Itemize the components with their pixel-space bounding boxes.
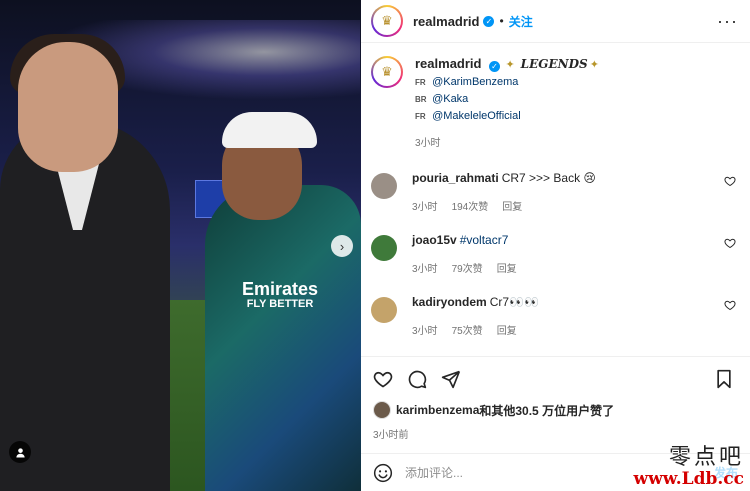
person-right-jersey [205, 185, 361, 491]
next-image-button[interactable]: › [331, 235, 353, 257]
post-timestamp: 3小时前 [373, 430, 409, 441]
mention-line: BR @Kaka [415, 92, 738, 107]
more-options-button[interactable]: ··· [717, 11, 738, 32]
comment-likes[interactable]: 79次赞 [452, 262, 483, 277]
flag-fr-icon: FR [415, 78, 426, 87]
user-icon [15, 447, 25, 458]
post-header: ♛ realmadrid ✓ • 关注 ··· [361, 0, 750, 43]
liked-by: karimbenzema 和其他30.5 万位用户赞了 [373, 401, 738, 419]
flag-fr-icon: FR [415, 112, 426, 121]
mention-link[interactable]: @MakeleleOfficial [432, 110, 521, 122]
heart-icon [724, 238, 736, 249]
like-comment-button[interactable] [724, 175, 738, 190]
mention-link[interactable]: @KarimBenzema [432, 76, 518, 88]
comment-icon[interactable] [407, 369, 427, 389]
commenter-avatar[interactable] [371, 235, 397, 261]
reply-button[interactable]: 回复 [497, 324, 517, 339]
person-left-face [18, 42, 118, 172]
comment-meta: 3小时 79次赞 回复 [412, 262, 724, 277]
mention-line: FR @MakeleleOfficial [415, 109, 738, 124]
real-madrid-crest-icon: ♛ [373, 58, 401, 86]
person-right-cap [222, 112, 317, 148]
comment-hashtag[interactable]: #voltacr7 [460, 233, 509, 247]
commenter-username[interactable]: joao15v [412, 233, 457, 247]
star-icon: ✦ [505, 59, 515, 71]
verified-badge-icon: ✓ [483, 15, 495, 27]
caption-avatar[interactable]: ♛ [371, 56, 403, 88]
caption-body: realmadrid ✓ ✦ LEGENDS ✦ FR @KarimBenzema … [415, 56, 738, 151]
like-comment-button[interactable] [724, 237, 738, 252]
share-icon[interactable] [441, 369, 461, 389]
caption-username[interactable]: realmadrid [415, 56, 481, 71]
tagged-users-button[interactable] [9, 441, 31, 463]
commenter-avatar[interactable] [371, 173, 397, 199]
jersey-sponsor: Emirates FLY BETTER [240, 280, 320, 311]
caption: ♛ realmadrid ✓ ✦ LEGENDS ✦ FR @KarimBenzem… [371, 56, 738, 151]
post-actions: karimbenzema 和其他30.5 万位用户赞了 3小时前 [361, 356, 750, 441]
comment-text: Cr7👀👀 [489, 295, 539, 309]
chevron-right-icon: › [339, 238, 345, 254]
caption-legend-text: LEGENDS [520, 57, 588, 71]
reply-button[interactable]: 回复 [502, 200, 522, 215]
comments-area[interactable]: ♛ realmadrid ✓ ✦ LEGENDS ✦ FR @KarimBenzem… [361, 44, 750, 356]
liked-by-text[interactable]: 和其他30.5 万位用户赞了 [479, 402, 614, 419]
comment-text: CR7 >>> Back 😢 [501, 171, 596, 185]
comment-likes[interactable]: 194次赞 [452, 200, 489, 215]
post-detail-panel: ♛ realmadrid ✓ • 关注 ··· ♛ realmadrid ✓ ✦… [361, 0, 750, 491]
jersey-sponsor-line1: Emirates [241, 279, 319, 299]
commenter-avatar[interactable] [371, 297, 397, 323]
comment-time: 3小时 [412, 202, 438, 213]
liker-username[interactable]: karimbenzema [396, 403, 479, 417]
separator-dot: • [499, 14, 504, 28]
comment-item: joao15v #voltacr7 3小时 79次赞 回复 [371, 233, 738, 277]
heart-icon [724, 176, 736, 187]
account-username[interactable]: realmadrid [413, 14, 479, 29]
add-comment-bar: 发布 [361, 453, 750, 491]
verified-badge-icon: ✓ [488, 61, 500, 72]
post-comment-button[interactable]: 发布 [714, 464, 738, 481]
like-comment-button[interactable] [724, 299, 738, 314]
liker-avatar[interactable] [373, 401, 391, 419]
mention-link[interactable]: @Kaka [432, 93, 468, 105]
flag-br-icon: BR [415, 95, 427, 104]
comment-time: 3小时 [412, 264, 438, 275]
action-bar [373, 367, 738, 391]
post-photo[interactable]: Emirates FLY BETTER › [0, 0, 361, 491]
comment-meta: 3小时 194次赞 回复 [412, 200, 724, 215]
bookmark-icon[interactable] [714, 369, 734, 389]
commenter-username[interactable]: kadiryondem [412, 295, 487, 309]
comment-item: pouria_rahmati CR7 >>> Back 😢 3小时 194次赞 回… [371, 171, 738, 215]
star-icon: ✦ [589, 59, 599, 71]
emoji-icon[interactable] [373, 463, 393, 483]
heart-icon[interactable] [373, 369, 393, 389]
commenter-username[interactable]: pouria_rahmati [412, 171, 499, 185]
comment-item: kadiryondem Cr7👀👀 3小时 75次赞 回复 [371, 295, 738, 339]
caption-time: 3小时 [415, 138, 441, 149]
comment-input[interactable] [405, 465, 714, 480]
comment-body: pouria_rahmati CR7 >>> Back 😢 3小时 194次赞 回… [412, 171, 724, 215]
comment-time: 3小时 [412, 326, 438, 337]
jersey-sponsor-line2: FLY BETTER [246, 298, 314, 310]
comment-meta: 3小时 75次赞 回复 [412, 324, 724, 339]
heart-icon [724, 300, 736, 311]
comment-body: kadiryondem Cr7👀👀 3小时 75次赞 回复 [412, 295, 724, 339]
comment-likes[interactable]: 75次赞 [452, 324, 483, 339]
real-madrid-crest-icon: ♛ [373, 7, 401, 35]
account-avatar[interactable]: ♛ [371, 5, 403, 37]
comment-body: joao15v #voltacr7 3小时 79次赞 回复 [412, 233, 724, 277]
follow-button[interactable]: 关注 [509, 13, 533, 30]
reply-button[interactable]: 回复 [497, 262, 517, 277]
mention-line: FR @KarimBenzema [415, 75, 738, 90]
